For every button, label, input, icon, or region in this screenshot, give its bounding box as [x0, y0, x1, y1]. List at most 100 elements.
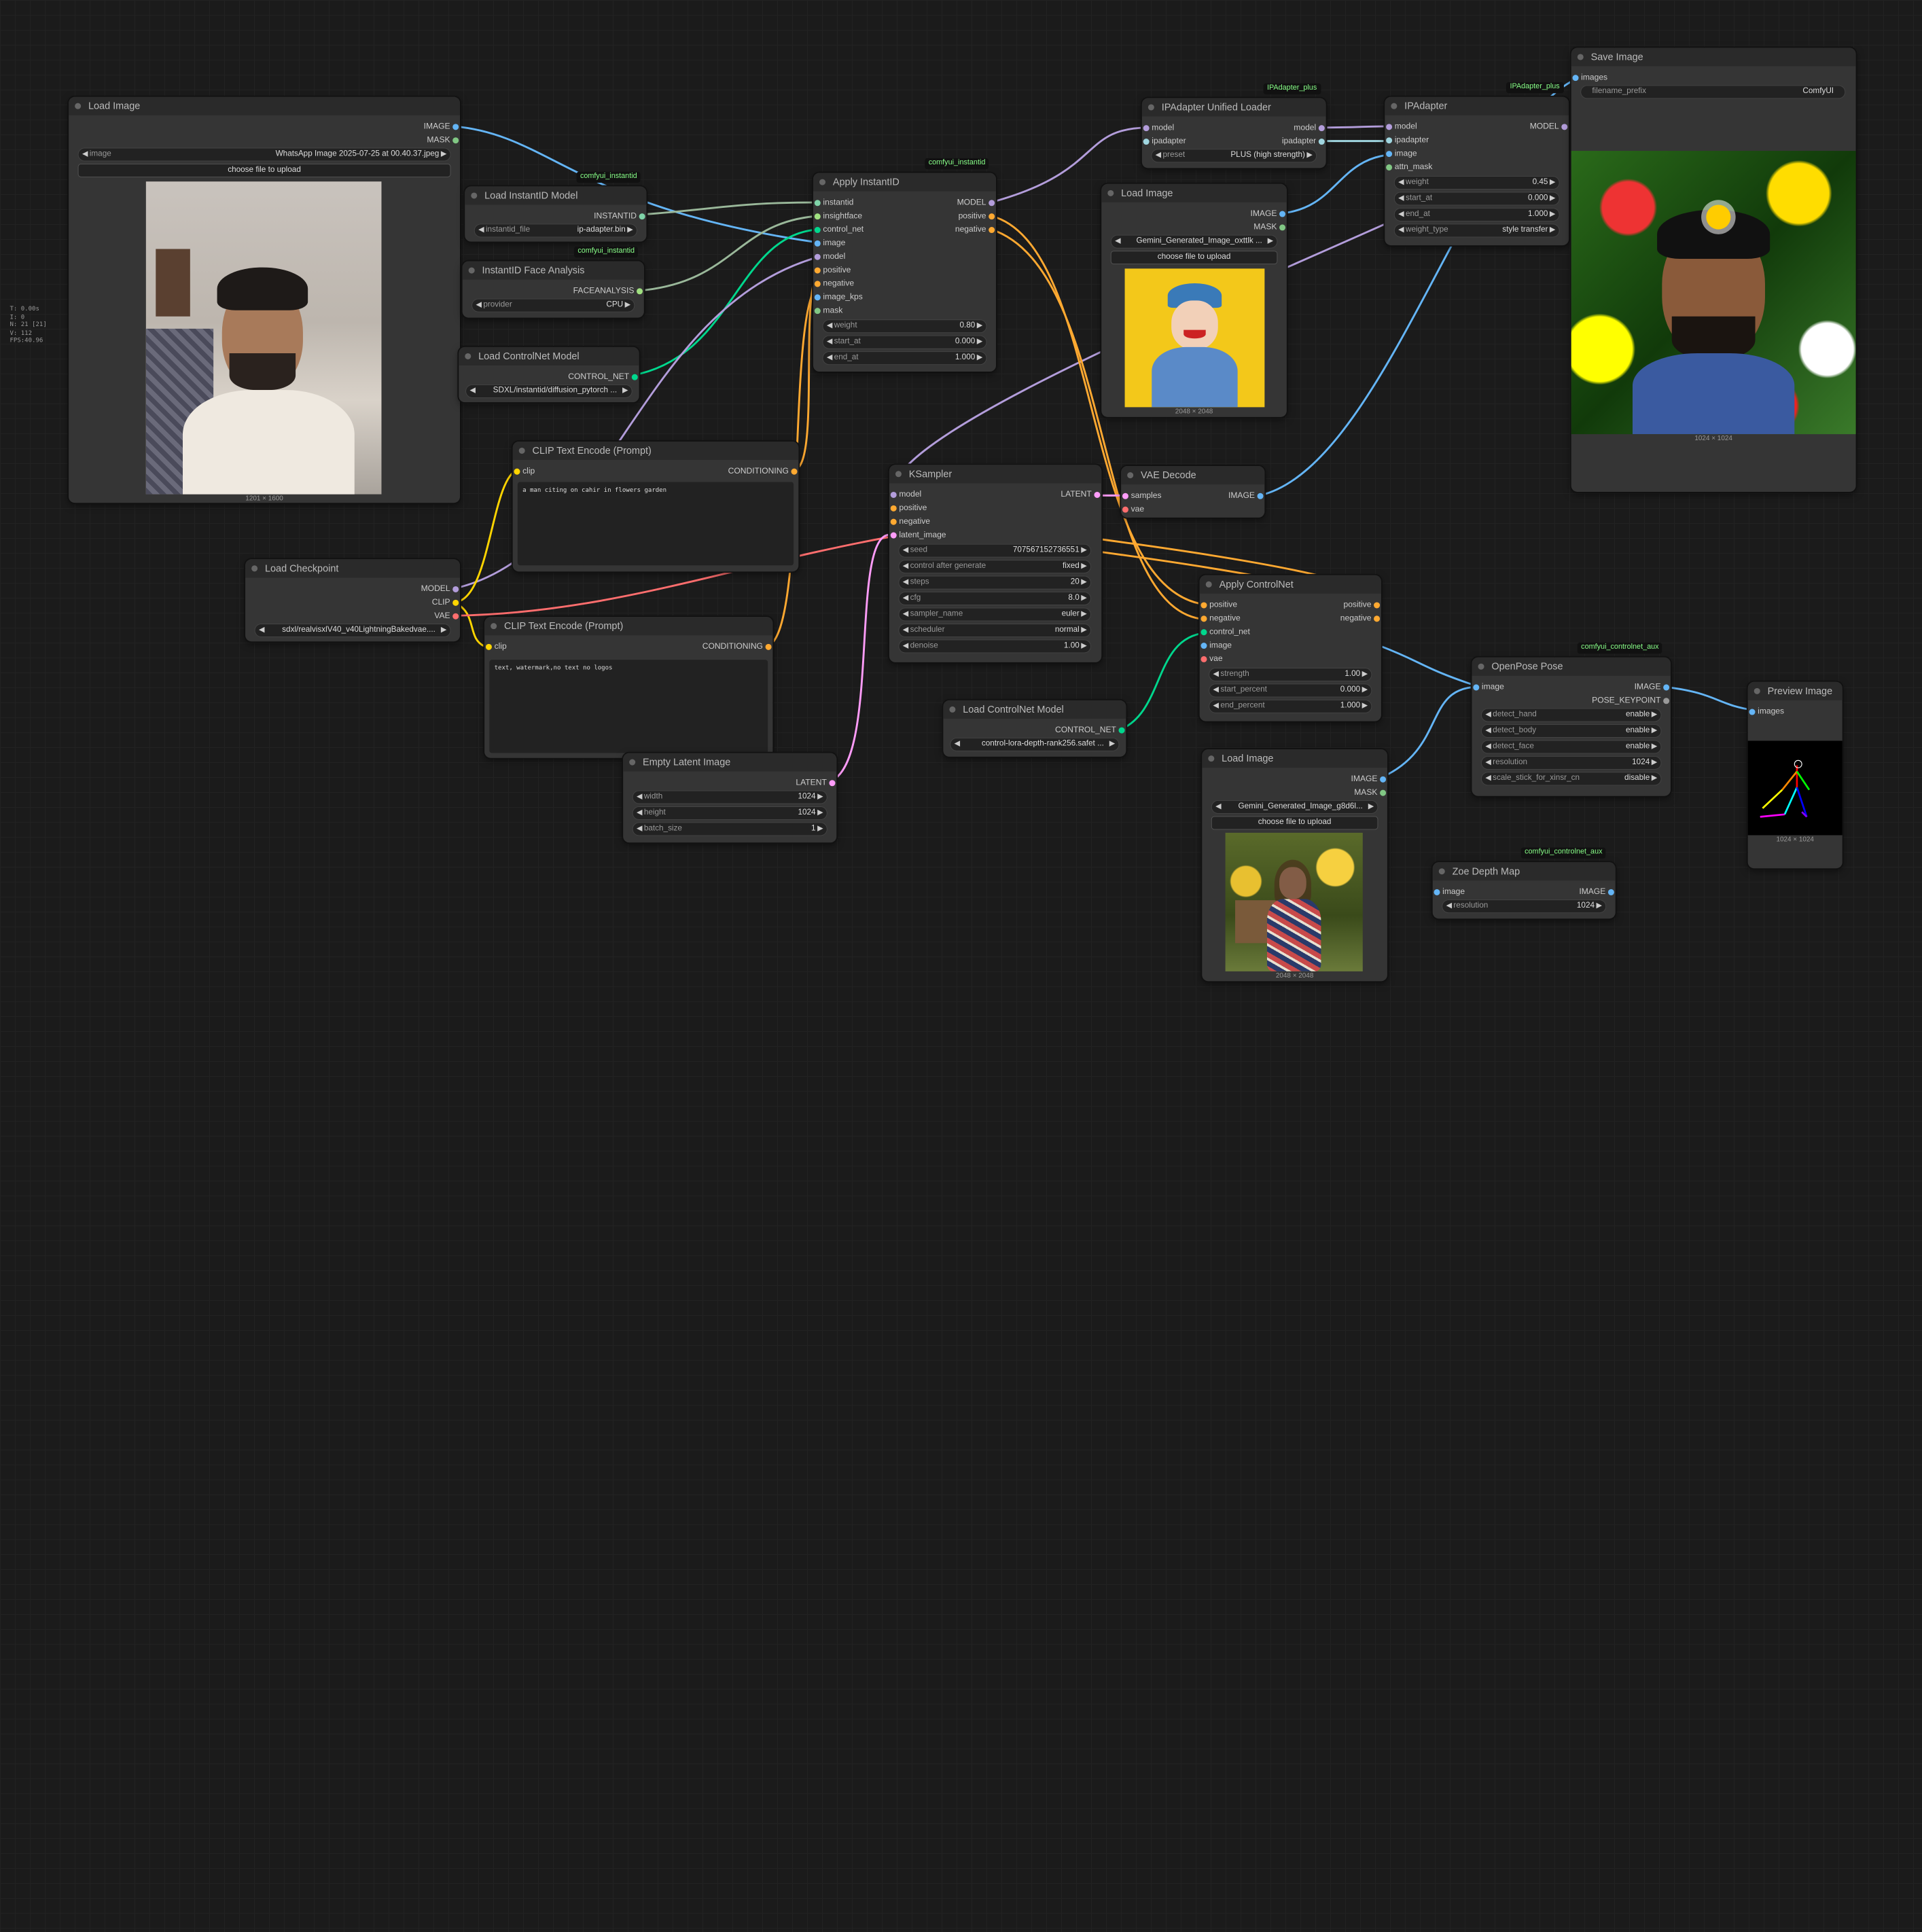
input-model[interactable]: model: [814, 250, 845, 264]
input-insightface[interactable]: insightface: [814, 210, 862, 223]
widget-image-select[interactable]: ◀ Gemini_Generated_Image_oxttlk ... ▶: [1111, 235, 1277, 248]
widget-control-net-name[interactable]: ◀ SDXL/instantid/diffusion_pytorch ... ▶: [466, 384, 632, 397]
output-model[interactable]: MODEL: [957, 196, 995, 210]
input-samples[interactable]: samples: [1122, 489, 1162, 503]
widget-control-after-generate[interactable]: ◀ control after generate fixed ▶: [899, 560, 1091, 573]
output-ipadapter[interactable]: ipadapter: [1282, 135, 1325, 149]
input-clip[interactable]: clip: [485, 640, 507, 654]
widget-start-percent[interactable]: ◀ start_percent 0.000 ▶: [1209, 684, 1372, 697]
input-ipadapter[interactable]: ipadapter: [1143, 135, 1186, 149]
output-control-net[interactable]: CONTROL_NET: [1055, 723, 1125, 737]
node-vae-decode[interactable]: VAE Decode samples vae IMAGE: [1121, 466, 1265, 518]
output-image[interactable]: IMAGE: [1351, 772, 1387, 786]
prompt-textarea-positive[interactable]: a man citing on cahir in flowers garden: [517, 482, 794, 566]
widget-height[interactable]: ◀ height 1024 ▶: [633, 806, 827, 820]
input-images[interactable]: images: [1749, 705, 1784, 719]
output-conditioning[interactable]: CONDITIONING: [728, 465, 798, 478]
widget-detect-face[interactable]: ◀ detect_face enable ▶: [1481, 740, 1661, 753]
output-instantid[interactable]: INSTANTID: [594, 210, 645, 223]
input-image-kps[interactable]: image_kps: [814, 291, 863, 304]
widget-image-select[interactable]: ◀ Gemini_Generated_Image_g8d6l... ▶: [1211, 800, 1378, 813]
input-image[interactable]: image: [1386, 147, 1417, 161]
widget-image-select[interactable]: ◀ image WhatsApp Image 2025-07-25 at 00.40…: [78, 148, 450, 161]
output-latent[interactable]: LATENT: [796, 776, 836, 790]
output-vae[interactable]: VAE: [434, 609, 459, 623]
widget-weight[interactable]: ◀ weight 0.45 ▶: [1394, 176, 1559, 190]
output-image[interactable]: IMAGE: [424, 120, 459, 134]
widget-detect-hand[interactable]: ◀ detect_hand enable ▶: [1481, 709, 1661, 721]
output-positive[interactable]: positive: [1343, 598, 1381, 612]
input-vae[interactable]: vae: [1122, 503, 1144, 516]
output-faceanalysis[interactable]: FACEANALYSIS: [573, 285, 643, 298]
upload-button[interactable]: choose file to upload: [1111, 251, 1277, 264]
node-load-checkpoint[interactable]: Load Checkpoint MODEL CLIP VAE ◀ sdxl/rea…: [245, 559, 461, 642]
input-vae[interactable]: vae: [1200, 652, 1223, 666]
input-negative[interactable]: negative: [890, 515, 930, 529]
widget-steps[interactable]: ◀ steps 20 ▶: [899, 576, 1091, 589]
input-model[interactable]: model: [1143, 122, 1174, 135]
output-image[interactable]: IMAGE: [1635, 681, 1670, 694]
input-instantid[interactable]: instantid: [814, 196, 853, 210]
output-model[interactable]: MODEL: [421, 583, 459, 596]
input-positive[interactable]: positive: [1200, 598, 1237, 612]
widget-sampler-name[interactable]: ◀ sampler_name euler ▶: [899, 608, 1091, 621]
input-image[interactable]: image: [1473, 681, 1504, 694]
node-openpose-pose[interactable]: OpenPose Pose image IMAGE POSE_KEYPOINT …: [1472, 657, 1671, 796]
node-load-controlnet-depth[interactable]: Load ControlNet Model CONTROL_NET ◀ contr…: [943, 700, 1126, 757]
widget-batch-size[interactable]: ◀ batch_size 1 ▶: [633, 823, 827, 836]
output-control-net[interactable]: CONTROL_NET: [568, 370, 638, 384]
output-image[interactable]: IMAGE: [1579, 885, 1614, 899]
output-model[interactable]: MODEL: [1530, 120, 1568, 134]
widget-scheduler[interactable]: ◀ scheduler normal ▶: [899, 624, 1091, 637]
output-negative[interactable]: negative: [1340, 612, 1381, 626]
output-image[interactable]: IMAGE: [1250, 207, 1286, 221]
widget-detect-body[interactable]: ◀ detect_body enable ▶: [1481, 724, 1661, 738]
input-image[interactable]: image: [814, 236, 845, 250]
output-latent[interactable]: LATENT: [1061, 488, 1101, 502]
node-load-image-pose[interactable]: Load Image IMAGE MASK ◀ Gemini_Generated_…: [1202, 749, 1387, 982]
output-conditioning[interactable]: CONDITIONING: [702, 640, 772, 654]
widget-cfg[interactable]: ◀ cfg 8.0 ▶: [899, 592, 1091, 605]
output-mask[interactable]: MASK: [427, 134, 459, 147]
input-ipadapter[interactable]: ipadapter: [1386, 134, 1429, 147]
output-model[interactable]: model: [1294, 122, 1325, 135]
input-attn-mask[interactable]: attn_mask: [1386, 161, 1432, 175]
node-graph-canvas[interactable]: T: 0.00s I: 0 N: 21 [21] V: 112 FPS:40.9…: [0, 0, 1922, 1932]
widget-width[interactable]: ◀ width 1024 ▶: [633, 791, 827, 804]
widget-resolution[interactable]: ◀ resolution 1024 ▶: [1442, 900, 1606, 913]
output-pose-keypoint[interactable]: POSE_KEYPOINT: [1592, 694, 1670, 708]
output-mask[interactable]: MASK: [1354, 786, 1387, 800]
widget-end-percent[interactable]: ◀ end_percent 1.000 ▶: [1209, 700, 1372, 713]
node-apply-instantid[interactable]: Apply InstantID instantid insightface co…: [813, 173, 996, 372]
input-image[interactable]: image: [1434, 885, 1465, 899]
input-control-net[interactable]: control_net: [814, 223, 864, 237]
output-clip[interactable]: CLIP: [432, 596, 459, 609]
node-load-instantid-model[interactable]: Load InstantID Model INSTANTID ◀ instanti…: [465, 186, 647, 242]
widget-strength[interactable]: ◀ strength 1.00 ▶: [1209, 668, 1372, 681]
widget-end-at[interactable]: ◀ end_at 1.000 ▶: [823, 352, 986, 365]
input-positive[interactable]: positive: [890, 501, 927, 515]
input-image[interactable]: image: [1200, 639, 1232, 653]
input-control-net[interactable]: control_net: [1200, 626, 1250, 639]
node-load-controlnet-instantid[interactable]: Load ControlNet Model CONTROL_NET ◀ SDXL/…: [459, 346, 639, 403]
node-apply-controlnet[interactable]: Apply ControlNet positive negative contr…: [1199, 575, 1381, 721]
node-ipadapter[interactable]: IPAdapter model ipadapter image attn_mas…: [1385, 96, 1569, 246]
output-mask[interactable]: MASK: [1253, 221, 1286, 234]
node-clip-text-encode-positive[interactable]: CLIP Text Encode (Prompt) clip CONDITION…: [512, 441, 799, 572]
input-latent-image[interactable]: latent_image: [890, 529, 946, 542]
widget-scale-stick[interactable]: ◀ scale_stick_for_xinsr_cn disable ▶: [1481, 772, 1661, 785]
widget-control-net-name[interactable]: ◀ control-lora-depth-rank256.safet ... ▶: [950, 738, 1119, 751]
widget-instantid-file[interactable]: ◀ instantid_file ip-adapter.bin ▶: [474, 224, 637, 237]
widget-resolution[interactable]: ◀ resolution 1024 ▶: [1481, 756, 1661, 769]
prompt-textarea-negative[interactable]: text, watermark,no text no logos: [489, 660, 768, 753]
node-preview-image[interactable]: Preview Image images 1024 × 1024: [1747, 681, 1843, 869]
widget-end-at[interactable]: ◀ end_at 1.000 ▶: [1394, 208, 1559, 221]
output-positive[interactable]: positive: [959, 210, 995, 223]
node-zoe-depth-map[interactable]: Zoe Depth Map image IMAGE ◀ resolution 102…: [1432, 862, 1616, 919]
widget-preset[interactable]: ◀ preset PLUS (high strength) ▶: [1152, 149, 1317, 162]
node-clip-text-encode-negative[interactable]: CLIP Text Encode (Prompt) clip CONDITION…: [484, 617, 773, 758]
widget-ckpt-name[interactable]: ◀ sdxl/realvisxlV40_v40LightningBakedvae.…: [255, 624, 450, 637]
widget-weight-type[interactable]: ◀ weight_type style transfer ▶: [1394, 224, 1559, 237]
node-load-image-face[interactable]: Load Image IMAGE MASK ◀ image WhatsApp Ima…: [69, 96, 461, 503]
input-negative[interactable]: negative: [1200, 612, 1241, 626]
